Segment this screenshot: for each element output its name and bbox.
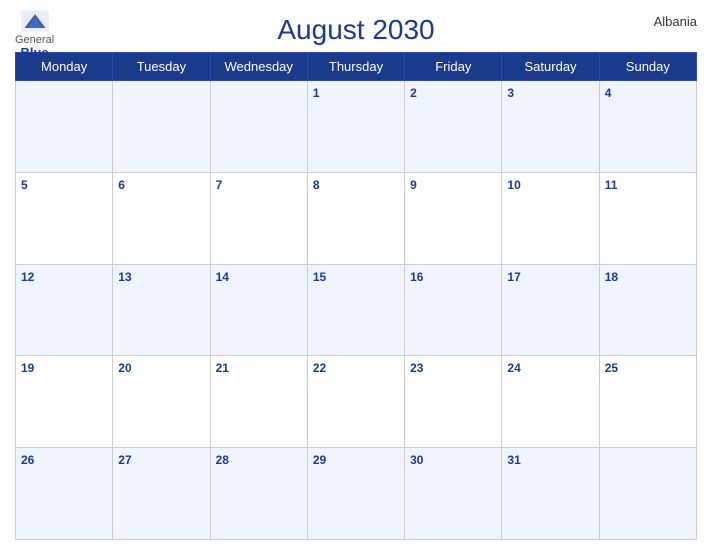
weekday-header-thursday: Thursday (307, 53, 404, 81)
calendar-cell: 11 (599, 172, 696, 264)
calendar-cell: 27 (113, 448, 210, 540)
calendar-cell: 10 (502, 172, 599, 264)
day-number: 18 (605, 270, 618, 284)
day-number: 4 (605, 86, 612, 100)
day-number: 28 (216, 453, 229, 467)
day-number: 5 (21, 178, 28, 192)
calendar-cell: 28 (210, 448, 307, 540)
calendar-cell: 30 (405, 448, 502, 540)
weekday-header-sunday: Sunday (599, 53, 696, 81)
calendar-cell: 2 (405, 81, 502, 173)
calendar-cell: 1 (307, 81, 404, 173)
weekday-header-friday: Friday (405, 53, 502, 81)
calendar-cell: 4 (599, 81, 696, 173)
day-number: 23 (410, 361, 423, 375)
day-number: 9 (410, 178, 417, 192)
calendar-cell (210, 81, 307, 173)
day-number: 14 (216, 270, 229, 284)
calendar-cell: 14 (210, 264, 307, 356)
calendar-cell: 18 (599, 264, 696, 356)
calendar-week-row: 12 13 14 15 16 17 18 (16, 264, 697, 356)
calendar-week-row: 19 20 21 22 23 24 25 (16, 356, 697, 448)
calendar-cell: 13 (113, 264, 210, 356)
day-number: 27 (118, 453, 131, 467)
day-number: 16 (410, 270, 423, 284)
day-number: 13 (118, 270, 131, 284)
weekday-header-row: MondayTuesdayWednesdayThursdayFridaySatu… (16, 53, 697, 81)
calendar-week-row: 5 6 7 8 9 10 11 (16, 172, 697, 264)
weekday-header-saturday: Saturday (502, 53, 599, 81)
day-number: 7 (216, 178, 223, 192)
day-number: 10 (507, 178, 520, 192)
day-number: 6 (118, 178, 125, 192)
calendar-cell (16, 81, 113, 173)
day-number: 25 (605, 361, 618, 375)
day-number: 8 (313, 178, 320, 192)
day-number: 29 (313, 453, 326, 467)
calendar-cell: 8 (307, 172, 404, 264)
day-number: 22 (313, 361, 326, 375)
day-number: 31 (507, 453, 520, 467)
calendar-cell: 25 (599, 356, 696, 448)
calendar-cell: 23 (405, 356, 502, 448)
logo: General Blue (15, 10, 54, 60)
day-number: 12 (21, 270, 34, 284)
calendar-week-row: 1 2 3 4 (16, 81, 697, 173)
calendar-cell: 7 (210, 172, 307, 264)
calendar-cell: 20 (113, 356, 210, 448)
calendar-cell: 24 (502, 356, 599, 448)
day-number: 19 (21, 361, 34, 375)
day-number: 26 (21, 453, 34, 467)
day-number: 30 (410, 453, 423, 467)
calendar-cell: 12 (16, 264, 113, 356)
day-number: 11 (605, 178, 618, 192)
calendar-cell: 31 (502, 448, 599, 540)
logo-icon (21, 10, 49, 32)
calendar-cell: 15 (307, 264, 404, 356)
calendar-cell: 19 (16, 356, 113, 448)
calendar-cell: 22 (307, 356, 404, 448)
day-number: 3 (507, 86, 514, 100)
calendar-title: August 2030 (277, 14, 434, 46)
country-label: Albania (654, 14, 697, 29)
day-number: 1 (313, 86, 320, 100)
calendar-cell: 21 (210, 356, 307, 448)
day-number: 21 (216, 361, 229, 375)
calendar-cell: 29 (307, 448, 404, 540)
calendar-cell: 17 (502, 264, 599, 356)
calendar-cell (113, 81, 210, 173)
weekday-header-tuesday: Tuesday (113, 53, 210, 81)
calendar-table: MondayTuesdayWednesdayThursdayFridaySatu… (15, 52, 697, 540)
calendar-cell: 6 (113, 172, 210, 264)
calendar-cell: 9 (405, 172, 502, 264)
header-area: General Blue August 2030 Albania (15, 10, 697, 46)
day-number: 15 (313, 270, 326, 284)
day-number: 2 (410, 86, 417, 100)
calendar-cell: 26 (16, 448, 113, 540)
day-number: 17 (507, 270, 520, 284)
day-number: 20 (118, 361, 131, 375)
calendar-cell: 16 (405, 264, 502, 356)
calendar-cell: 5 (16, 172, 113, 264)
calendar-cell: 3 (502, 81, 599, 173)
day-number: 24 (507, 361, 520, 375)
logo-blue-text: Blue (20, 46, 48, 60)
calendar-week-row: 26 27 28 29 30 31 (16, 448, 697, 540)
calendar-cell (599, 448, 696, 540)
weekday-header-wednesday: Wednesday (210, 53, 307, 81)
